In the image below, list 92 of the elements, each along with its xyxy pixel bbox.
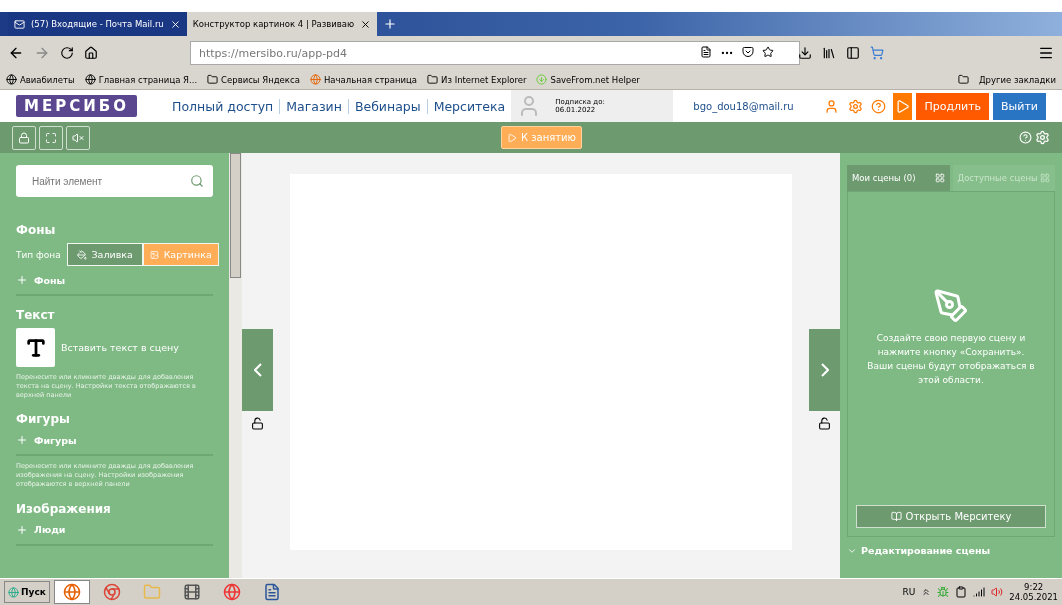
section-title: Изображения [16, 501, 112, 516]
section-title: Фоны [16, 223, 57, 237]
help-icon[interactable] [1019, 131, 1032, 144]
clipboard-icon [955, 586, 968, 598]
lock-button[interactable] [12, 125, 36, 150]
bookmark[interactable]: Начальная страница [309, 74, 418, 85]
unlock-icon[interactable] [251, 417, 264, 430]
menu-icon[interactable] [1038, 45, 1054, 61]
clock: 9:22 24.05.2021 [1009, 582, 1058, 602]
book-icon [890, 511, 902, 522]
nav-link[interactable]: Вебинары [347, 98, 427, 114]
paint-bucket-icon [76, 249, 87, 260]
unlock-icon[interactable] [818, 417, 831, 430]
scrollbar[interactable] [229, 153, 242, 578]
sidebar-icon[interactable] [846, 46, 860, 60]
globe-icon [6, 74, 17, 85]
grid-icon [1040, 173, 1050, 183]
lock-icon [18, 131, 30, 144]
nav-link[interactable]: Магазин [279, 98, 348, 114]
user-icon [824, 98, 840, 114]
browser-icon [309, 74, 321, 85]
globe-icon [84, 74, 96, 85]
chevron-right-icon [820, 363, 829, 377]
play-button[interactable] [892, 92, 913, 120]
play-icon [507, 132, 517, 143]
signal-icon [973, 586, 986, 598]
mail-icon [14, 18, 25, 30]
browser-icon [102, 583, 121, 601]
browser-tab[interactable]: Конструктор картинок 4 | Развиваю [186, 12, 378, 36]
speaker-icon[interactable] [991, 586, 1004, 598]
folder-icon [142, 583, 161, 601]
logout-button[interactable]: Выйти [993, 92, 1046, 120]
grid-icon [934, 173, 945, 183]
home-icon[interactable] [84, 46, 98, 60]
bug-icon [937, 586, 950, 598]
mute-button[interactable] [66, 125, 90, 150]
new-tab-icon[interactable] [383, 17, 398, 31]
reader-view-icon[interactable] [700, 46, 712, 58]
close-icon[interactable] [169, 18, 181, 30]
browser-tab[interactable]: (57) Входящие - Почта Mail.ru [8, 12, 187, 36]
email-link[interactable]: bgo_dou18@mail.ru [687, 100, 800, 112]
field-label: Тип фона [16, 249, 61, 260]
bookmark[interactable]: Авиабилеты [6, 74, 75, 85]
film-reel-icon [182, 583, 201, 601]
mute-icon [72, 131, 84, 144]
tool-label: Вставить текст в сцену [61, 342, 179, 353]
text-tool-tile[interactable] [16, 328, 55, 367]
forward-icon[interactable] [34, 45, 50, 61]
search-field[interactable]: Найти элемент [16, 165, 213, 197]
help-icon [871, 98, 887, 114]
cart-icon[interactable] [870, 46, 884, 60]
nav-link[interactable]: Полный доступ [166, 98, 280, 114]
bookmark[interactable]: Другие закладки [978, 74, 1056, 85]
chevron-left-icon [253, 363, 262, 377]
start-button[interactable]: Пуск [4, 581, 50, 603]
reload-icon[interactable] [60, 46, 74, 60]
download-icon[interactable] [798, 46, 812, 60]
pocket-icon[interactable] [742, 46, 754, 58]
fullscreen-icon [45, 131, 57, 144]
plus-icon [16, 274, 28, 286]
library-icon[interactable] [822, 46, 836, 60]
document-icon [262, 583, 281, 601]
folder-icon [207, 74, 219, 85]
bookmark[interactable]: Главная страница Я... [84, 74, 198, 85]
browser-icon [222, 583, 241, 601]
language-indicator[interactable]: RU [902, 587, 916, 597]
search-icon[interactable] [190, 174, 204, 188]
settings-icon [847, 98, 863, 114]
logo: МЕРСИБО [16, 95, 137, 117]
bookmark[interactable]: Сервисы Яндекса [207, 74, 300, 85]
plus-icon [16, 434, 28, 447]
image-icon [149, 249, 159, 260]
browser-icon [62, 583, 81, 601]
bookmark[interactable]: Из Internet Explorer [427, 74, 527, 85]
folder-icon [427, 74, 439, 85]
plus-icon [16, 523, 28, 536]
fullscreen-button[interactable] [39, 125, 63, 150]
taskbar-app[interactable] [53, 580, 90, 604]
chevron-icon[interactable] [921, 587, 932, 597]
close-icon[interactable] [360, 18, 372, 30]
back-icon[interactable] [8, 45, 24, 61]
star-icon[interactable] [762, 46, 774, 58]
bookmark[interactable]: SaveFrom.net Helper [536, 74, 640, 85]
section-title: Фигуры [16, 412, 71, 427]
folder-icon [957, 74, 969, 85]
download-icon [536, 74, 548, 85]
empty-message: Создайте свою первую сцену и нажмите кнопку «Сохранить». Ваши сцены будут отображаться в этой области. [867, 332, 1035, 387]
address-field[interactable]: https://mersibo.ru/app-pd4 [190, 41, 800, 65]
section-title: Текст [16, 308, 56, 322]
text-icon [24, 336, 47, 359]
settings-icon[interactable] [1035, 130, 1050, 145]
play-icon [895, 98, 911, 114]
